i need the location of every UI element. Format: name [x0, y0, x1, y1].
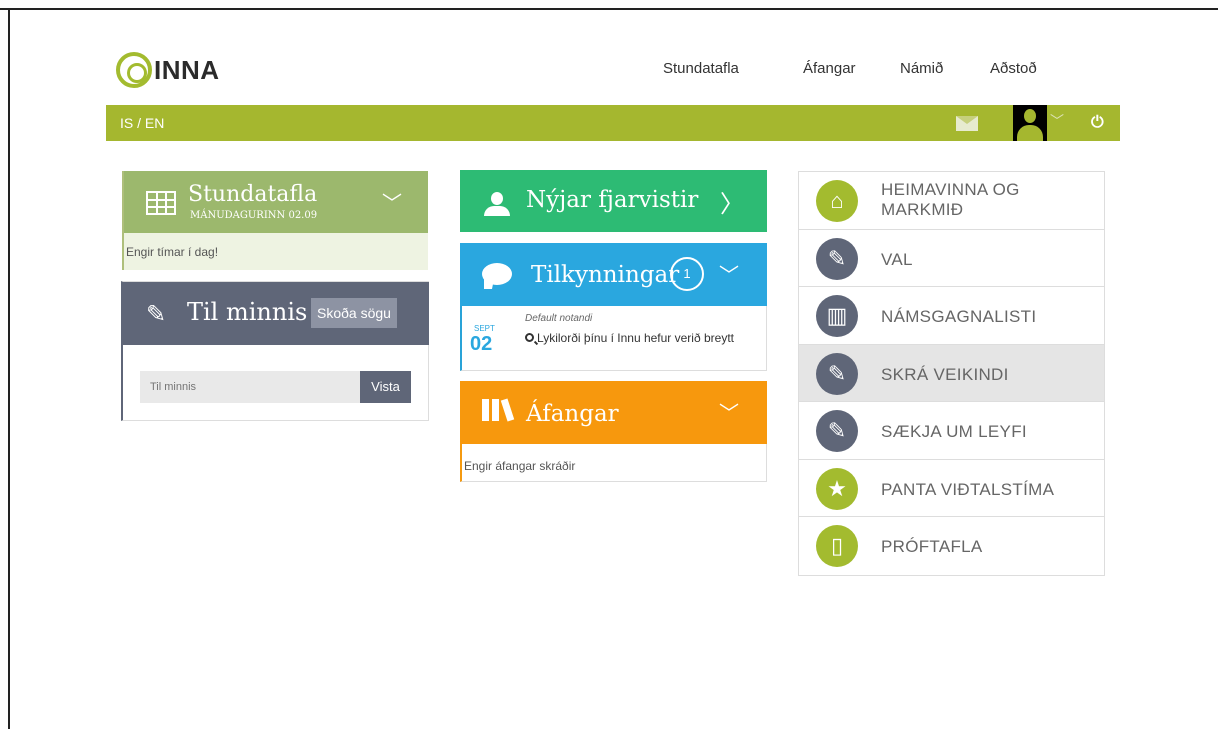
chat-bubble-icon: [482, 263, 512, 289]
afangar-card: Áfangar ﹀ Engir áfangar skráðir: [460, 381, 767, 482]
quicklink-val[interactable]: ✎ VAL: [799, 229, 1104, 287]
quicklink-heimavinna[interactable]: ⌂ HEIMAVINNA OG MARKMIÐ: [799, 172, 1104, 230]
notice-day: 02: [470, 333, 493, 355]
afangar-header[interactable]: Áfangar ﹀: [460, 381, 767, 444]
quicklink-namsgagnalisti[interactable]: ▥ NÁMSGAGNALISTI: [799, 287, 1104, 345]
chevron-right-icon[interactable]: 〉: [720, 184, 744, 219]
quicklink-proftafla[interactable]: ▯ PRÓFTAFLA: [799, 517, 1104, 575]
minnis-title: Til minnis: [187, 298, 308, 326]
afangar-empty-text: Engir áfangar skráðir: [464, 459, 576, 473]
logo-text: INNA: [154, 54, 220, 85]
language-switch[interactable]: IS / EN: [120, 115, 164, 131]
afangar-title: Áfangar: [526, 401, 619, 427]
avatar[interactable]: [1013, 105, 1047, 141]
avatar-body-icon: [1017, 125, 1043, 141]
save-button[interactable]: Vista: [360, 371, 411, 403]
pencil-icon: ✎: [816, 410, 858, 452]
power-icon[interactable]: ⏻: [1091, 114, 1104, 132]
tilkynningar-header[interactable]: Tilkynningar 1 ﹀: [460, 243, 767, 306]
stundatafla-title: Stundatafla: [188, 182, 318, 207]
quicklink-label-line2: MARKMIÐ: [881, 200, 964, 219]
pencil-icon: ✎: [146, 301, 167, 328]
notice-sender: Default notandi: [525, 313, 593, 324]
nav-stundatafla[interactable]: Stundatafla: [663, 60, 739, 77]
quicklink-label-line1: HEIMAVINNA OG: [881, 180, 1020, 199]
pencil-icon: ✎: [816, 352, 858, 395]
stundatafla-date: MÁNUDAGURINN 02.09: [190, 210, 318, 221]
stundatafla-header[interactable]: Stundatafla MÁNUDAGURINN 02.09 ﹀: [124, 171, 428, 233]
quicklinks-list: ⌂ HEIMAVINNA OG MARKMIÐ ✎ VAL ▥ NÁMSGAGN…: [798, 171, 1105, 576]
quicklink-label: PRÓFTAFLA: [881, 537, 983, 556]
quicklink-saekja-um-leyfi[interactable]: ✎ SÆKJA UM LEYFI: [799, 402, 1104, 460]
fjarvistir-title: Nýjar fjarvistir: [526, 187, 699, 213]
minnis-card: ✎ Til minnis Skoða sögu Vista: [121, 281, 429, 421]
book-icon: ▯: [816, 525, 858, 567]
avatar-head-icon: [1024, 109, 1036, 123]
calendar-grid-icon: [146, 191, 176, 215]
quicklink-label: PANTA VIÐTALSTÍMA: [881, 479, 1055, 499]
notice-text: Lykilorði þínu í Innu hefur verið breytt: [537, 331, 734, 345]
books-icon: ▥: [816, 295, 858, 337]
quicklink-label: NÁMSGAGNALISTI: [881, 307, 1037, 326]
search-icon: [525, 333, 534, 342]
quicklink-label: VAL: [881, 249, 913, 269]
chevron-down-icon[interactable]: ﹀: [382, 187, 402, 216]
nav-adstod[interactable]: Aðstoð: [990, 60, 1037, 77]
person-icon: [484, 192, 510, 216]
top-bar: IS / EN ﹀ ⏻: [106, 105, 1120, 141]
mail-icon[interactable]: [956, 116, 978, 131]
minnis-input[interactable]: [140, 371, 360, 403]
quicklink-label: SÆKJA UM LEYFI: [881, 422, 1027, 441]
chevron-down-icon[interactable]: ﹀: [719, 259, 739, 288]
tilkynningar-title: Tilkynningar: [531, 262, 680, 288]
tilkynningar-card: Tilkynningar 1 ﹀ SEPT 02 Default notandi…: [460, 243, 767, 371]
nav-namid[interactable]: Námið: [900, 60, 943, 77]
logo-ring-icon: [116, 52, 152, 88]
notice-month: SEPT: [474, 324, 495, 333]
star-icon: ★: [816, 467, 858, 510]
quicklink-label: SKRÁ VEIKINDI: [881, 364, 1009, 384]
fjarvistir-card[interactable]: Nýjar fjarvistir 〉: [460, 170, 767, 232]
books-icon: [482, 398, 516, 422]
window-frame-top: [0, 8, 1218, 10]
stundatafla-card: Stundatafla MÁNUDAGURINN 02.09 ﹀ Engir t…: [122, 171, 428, 270]
quicklink-panta-vidtalstima[interactable]: ★ PANTA VIÐTALSTÍMA: [799, 459, 1104, 517]
chevron-down-icon[interactable]: ﹀: [719, 397, 739, 426]
pencil-icon: ✎: [816, 237, 858, 280]
home-icon: ⌂: [816, 180, 858, 222]
notice-item[interactable]: Lykilorði þínu í Innu hefur verið breytt: [525, 330, 755, 347]
quicklink-skra-veikindi[interactable]: ✎ SKRÁ VEIKINDI: [799, 344, 1104, 402]
minnis-header: ✎ Til minnis Skoða sögu: [123, 282, 429, 345]
history-button[interactable]: Skoða sögu: [311, 298, 397, 328]
notification-count-badge: 1: [670, 257, 704, 291]
nav-afangar[interactable]: Áfangar: [803, 60, 856, 77]
chevron-down-icon[interactable]: ﹀: [1050, 111, 1064, 131]
quicklink-label: HEIMAVINNA OG MARKMIÐ: [881, 180, 1020, 220]
window-frame-left: [8, 8, 10, 729]
stundatafla-empty-text: Engir tímar í dag!: [126, 245, 219, 259]
logo[interactable]: INNA: [116, 51, 220, 89]
